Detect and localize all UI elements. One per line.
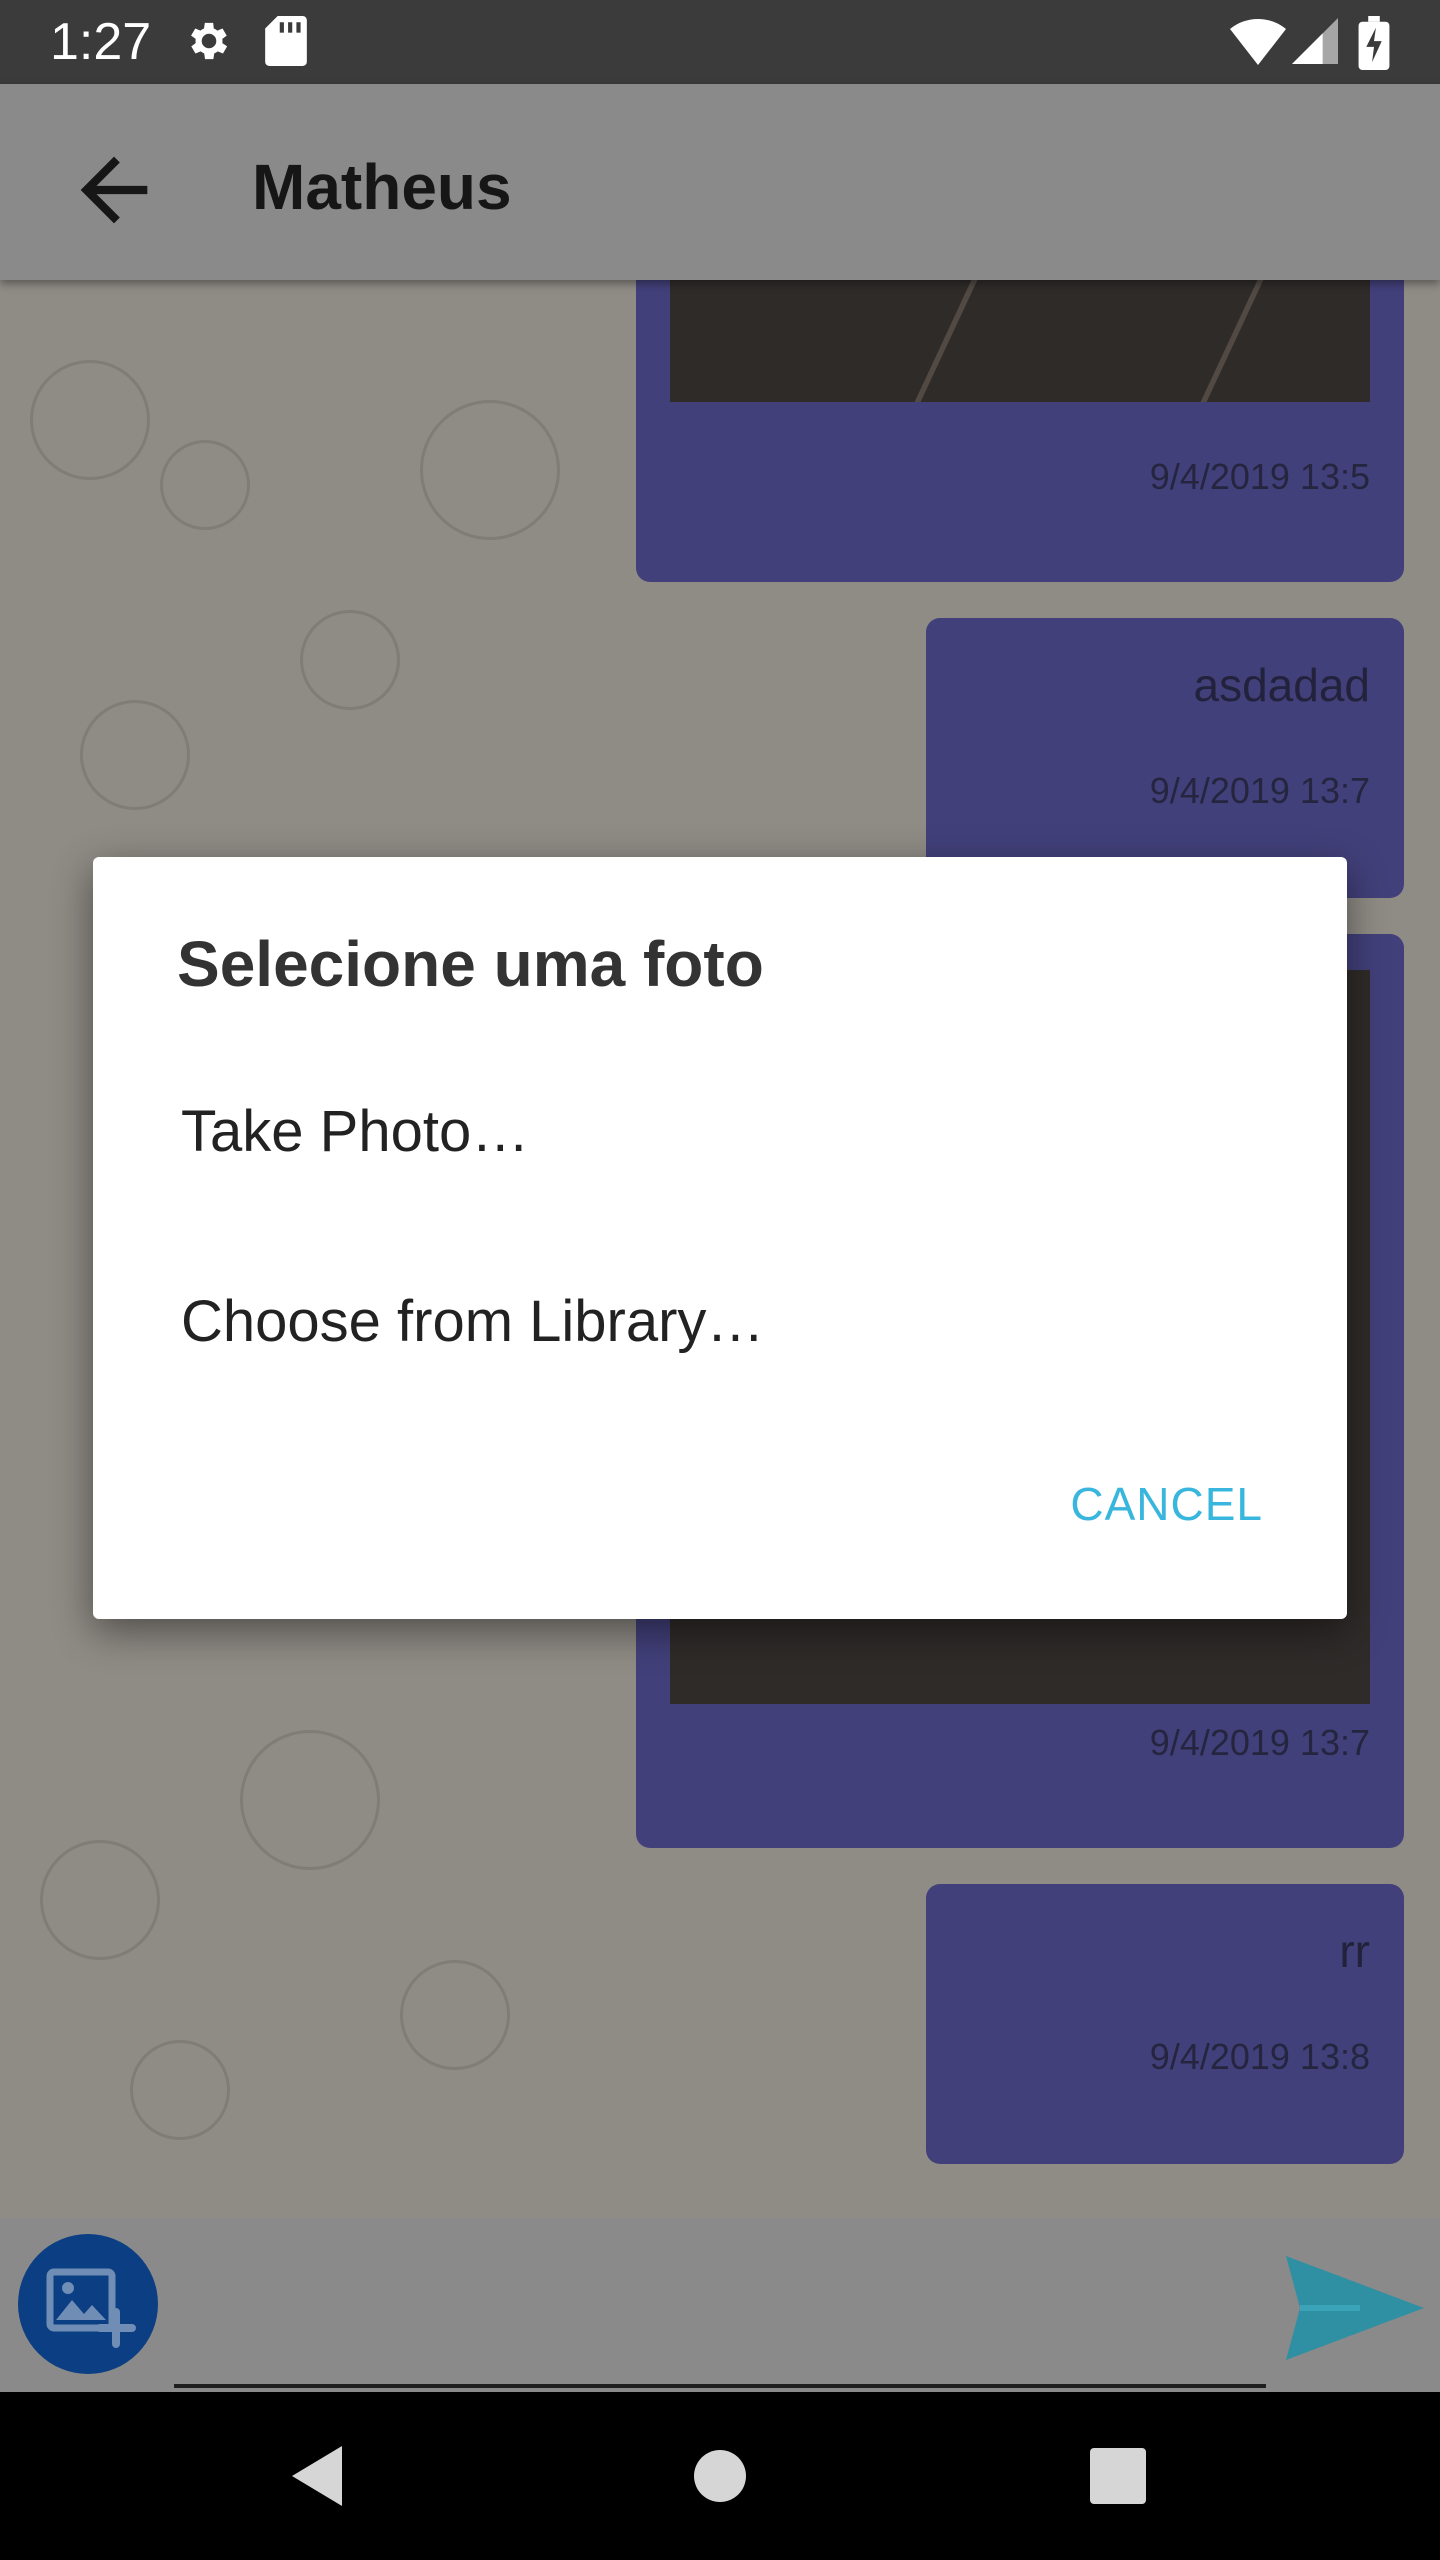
nav-back-button[interactable] — [280, 2436, 360, 2516]
message-text: asdadad — [1193, 659, 1371, 711]
send-icon — [1286, 2256, 1424, 2360]
back-button[interactable] — [64, 140, 164, 240]
signal-icon — [1292, 18, 1338, 64]
doodle-decoration — [300, 610, 400, 710]
status-time: 1:27 — [50, 13, 152, 71]
dialog-title: Selecione uma foto — [177, 928, 764, 1000]
wifi-icon — [1230, 18, 1286, 66]
sd-card-icon — [265, 16, 307, 66]
take-photo-option[interactable]: Take Photo… — [93, 1057, 1347, 1207]
message-time: 9/4/2019 13:8 — [1149, 2036, 1370, 2077]
arrow-left-icon — [80, 156, 148, 224]
system-nav-bar — [0, 2392, 1440, 2560]
doodle-decoration — [240, 1730, 380, 1870]
add-photo-button[interactable] — [18, 2234, 158, 2374]
home-circle-icon — [694, 2450, 746, 2502]
cancel-button[interactable]: CANCEL — [1070, 1477, 1263, 1531]
doodle-decoration — [40, 1840, 160, 1960]
nav-recents-button[interactable] — [1078, 2436, 1158, 2516]
battery-charging-icon — [1358, 16, 1390, 70]
message-time: 9/4/2019 13:5 — [1149, 456, 1370, 497]
choose-from-library-option[interactable]: Choose from Library… — [93, 1247, 1347, 1397]
message-composer — [0, 2218, 1440, 2392]
select-photo-dialog: Selecione uma foto Take Photo… Choose fr… — [93, 857, 1347, 1619]
status-bar: 1:27 — [0, 0, 1440, 84]
message-time: 9/4/2019 13:7 — [1149, 770, 1370, 811]
message-photo[interactable] — [670, 280, 1370, 402]
doodle-decoration — [80, 700, 190, 810]
doodle-decoration — [400, 1960, 510, 2070]
doodle-decoration — [160, 440, 250, 530]
message-time: 9/4/2019 13:7 — [1149, 1722, 1370, 1763]
message-text: rr — [1339, 1925, 1370, 1977]
doodle-decoration — [420, 400, 560, 540]
send-button[interactable] — [1278, 2238, 1428, 2378]
add-photo-icon — [46, 2268, 136, 2348]
page-title: Matheus — [252, 151, 512, 223]
message-bubble[interactable]: 9/4/2019 13:5 — [636, 280, 1404, 582]
message-bubble[interactable]: rr 9/4/2019 13:8 — [926, 1884, 1404, 2164]
app-bar: Matheus — [0, 84, 1440, 280]
message-bubble[interactable]: asdadad 9/4/2019 13:7 — [926, 618, 1404, 898]
message-input[interactable] — [174, 2238, 1266, 2388]
recents-square-icon — [1090, 2448, 1146, 2504]
gear-icon — [191, 22, 228, 60]
doodle-decoration — [130, 2040, 230, 2140]
back-triangle-icon — [292, 2446, 342, 2506]
doodle-decoration — [30, 360, 150, 480]
nav-home-button[interactable] — [680, 2436, 760, 2516]
